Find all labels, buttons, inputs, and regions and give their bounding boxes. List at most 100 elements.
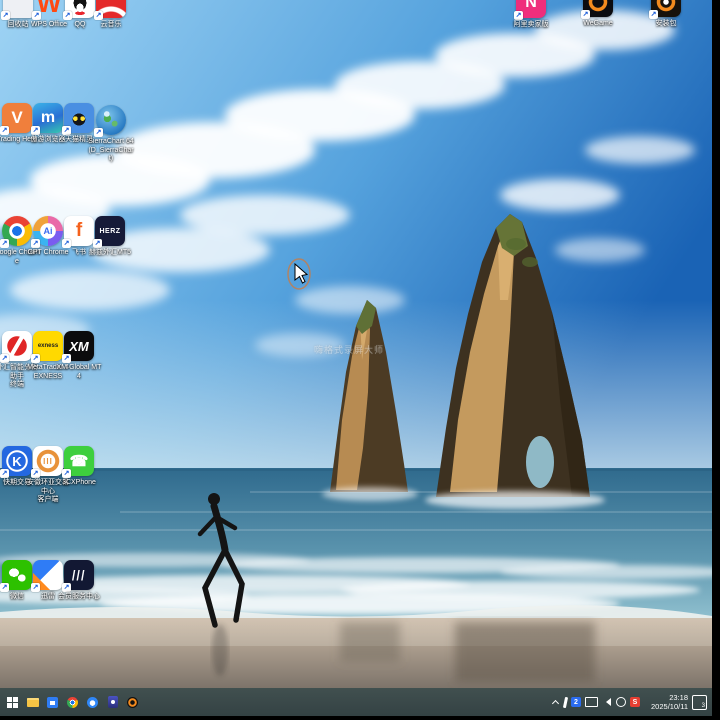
desktop-icon-maxthon[interactable]: m ↗ 傲游浏览器 [31,103,66,143]
desktop-icon-threecx[interactable]: ☎ ↗ 3CXPhone [62,446,96,486]
taskbar-button-wegame[interactable] [125,692,140,712]
app-icon: ||| ↗ [62,560,94,592]
taskbar-button-icon [47,696,58,708]
app-icon: ↗ [63,0,95,20]
desktop-icon-chrome[interactable]: ↗ Google Chrome [0,216,40,265]
icon-label: 会员服务中心 [58,593,100,600]
shortcut-arrow-icon: ↗ [63,11,72,20]
shortcut-arrow-icon: ↗ [0,126,9,135]
app-icon: ↗ [1,0,33,20]
app-icon: Ai ↗ [31,216,63,248]
app-icon: ↗ [31,560,63,592]
desktop-icon-aliseller[interactable]: N ↗ 阿里卖家版 [514,0,549,28]
shortcut-arrow-icon: ↗ [0,354,9,363]
taskbar-button-qq[interactable] [85,692,100,712]
desktop-icons: ↗ 回收站 W ↗ WPS Office ↗ QQ ↗ 云音乐 N ↗ 阿里卖家… [0,0,712,688]
shortcut-arrow-icon: ↗ [31,354,40,363]
shortcut-arrow-icon: ↗ [0,583,9,592]
taskbar-button-icon [67,696,78,708]
desktop-icon-herz[interactable]: HERZ ↗ 赫兹外汇MT5 [89,216,131,256]
taskbar-button-start[interactable] [5,692,20,712]
app-icon: ↗ [94,105,126,137]
shortcut-arrow-icon: ↗ [94,11,103,20]
app-icon: XM ↗ [62,331,94,363]
shortcut-arrow-icon: ↗ [1,11,10,20]
taskbar-button-icon [26,697,39,707]
shortcut-arrow-icon: ↗ [649,10,658,19]
app-icon: exness ↗ [31,331,63,363]
icon-label: 赫兹外汇MT5 [89,249,131,256]
desktop-icon-xunlei[interactable]: ↗ 迅雷 [31,560,63,600]
shortcut-arrow-icon: ↗ [94,128,103,137]
app-icon: ↗ [649,0,681,19]
taskbar-button-icon [7,696,12,702]
shortcut-arrow-icon: ↗ [62,126,71,135]
desktop-icon-feishu[interactable]: f ↗ 飞书 [62,216,94,256]
shortcut-arrow-icon: ↗ [0,469,9,478]
desktop-icon-tmall[interactable]: ↗ 天猫精灵 [62,103,94,143]
shortcut-arrow-icon: ↗ [581,10,590,19]
desktop-icon-recycle[interactable]: ↗ 回收站 [1,0,33,28]
desktop-icon-huanya[interactable]: lll ↗ 安徽环亚交易中心 客户端 [27,446,69,503]
desktop-icon-fxhelper[interactable]: ↗ 外汇智能分析助手 终端 [0,331,38,388]
desktop-icon-mt4exness[interactable]: exness ↗ MetaTrader 4 EXNESS [27,331,69,380]
desktop-icon-kuaiqi[interactable]: K ↗ 快期交易 [0,446,32,486]
tray-plug-icon[interactable] [616,697,626,707]
taskbar-buttons [0,692,140,712]
desktop-icon-member[interactable]: ||| ↗ 会员服务中心 [58,560,100,600]
app-icon: ↗ [94,0,126,20]
icon-label: 安装包 [655,20,677,27]
clock-date: 2025/10/11 [651,702,688,711]
desktop-icon-wps[interactable]: W ↗ WPS Office [31,0,67,28]
app-icon: ↗ [581,0,613,19]
taskbar-button-recorder[interactable] [105,692,120,712]
app-icon: ☎ ↗ [62,446,94,478]
taskbar-button-explorer[interactable] [25,692,40,712]
tray-pen-icon[interactable] [562,696,569,708]
app-icon: ↗ [0,560,32,592]
tray-dict-icon[interactable]: 2 [571,697,581,707]
hidden-icons-chevron-icon[interactable] [552,698,560,706]
shortcut-arrow-icon: ↗ [62,239,71,248]
taskbar-button-icon [87,696,98,708]
shortcut-arrow-icon: ↗ [514,11,523,20]
tray-sogou-icon[interactable]: S [630,697,640,707]
app-icon: f ↗ [62,216,94,248]
desktop-icon-installer[interactable]: ↗ 安装包 [649,0,681,27]
app-icon: HERZ ↗ [93,216,125,248]
icon-label: XM Global MT4 [56,364,102,380]
cursor-arrow-icon [294,262,309,284]
shortcut-arrow-icon: ↗ [31,583,40,592]
desktop-icon-qq[interactable]: ↗ QQ [63,0,95,28]
app-icon: V ↗ [0,103,32,135]
desktop-icon-music[interactable]: ↗ 云音乐 [94,0,126,28]
clock-time: 23:18 [669,693,688,702]
taskbar-button-chrome[interactable] [65,692,80,712]
desktop-icon-wechat[interactable]: ↗ 微信 [0,560,32,600]
shortcut-arrow-icon: ↗ [62,354,71,363]
app-icon: ↗ [0,216,32,248]
shortcut-arrow-icon: ↗ [31,126,40,135]
desktop-icon-gptchrome[interactable]: Ai ↗ GPT Chrome [27,216,69,256]
shortcut-arrow-icon: ↗ [31,469,40,478]
tray-display-icon[interactable] [585,697,598,707]
desktop-icon-sierra[interactable]: ↗ SierraChart 64 (D_SierraChart) [88,105,134,162]
notification-icon[interactable]: 3 [692,694,707,710]
icon-label: SierraChart 64 (D_SierraChart) [88,138,134,162]
app-icon: N ↗ [514,0,546,20]
shortcut-arrow-icon: ↗ [0,239,9,248]
tray-volume-icon[interactable] [602,697,612,707]
app-icon: m ↗ [31,103,63,135]
desktop-icon-xm[interactable]: XM ↗ XM Global MT4 [57,331,101,380]
taskbar-button-store[interactable] [45,692,60,712]
app-icon: W ↗ [32,0,64,20]
desktop-icon-wegame[interactable]: ↗ WeGame [581,0,613,27]
desktop: 嗨格式录屏大师 ↗ 回收站 W ↗ WPS Office ↗ QQ ↗ 云音乐 … [0,0,712,716]
system-tray: 2 S 23:18 2025/10/11 3 [552,693,712,711]
tray-clock[interactable]: 23:18 2025/10/11 [644,693,688,711]
desktop-icon-tradinghero[interactable]: V ↗ Trading Hero [0,103,37,143]
notification-badge: 3 [701,702,705,709]
taskbar-button-icon [127,696,138,708]
app-icon: ↗ [0,331,32,363]
shortcut-arrow-icon: ↗ [93,239,102,248]
